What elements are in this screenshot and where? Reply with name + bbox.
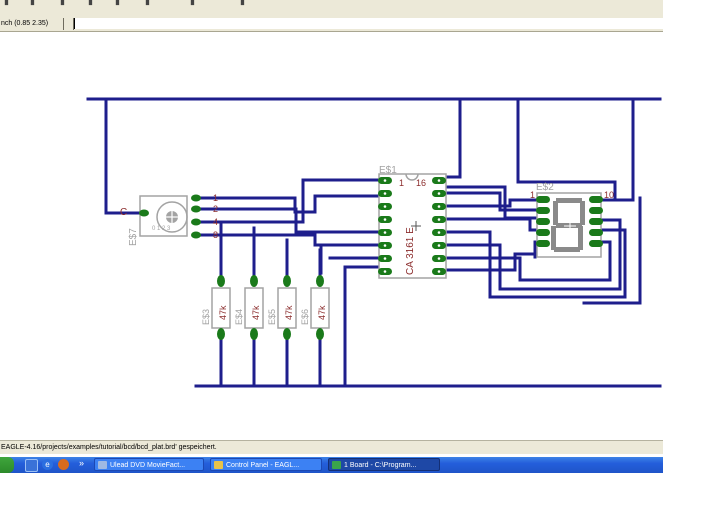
resistor-e5[interactable]: E$5 47k: [267, 275, 297, 340]
pad: [250, 275, 258, 287]
switch-pin-label: 1: [213, 193, 218, 203]
toolbar-icon[interactable]: ▮: [4, 0, 9, 7]
display-pin1-label: 1: [530, 190, 535, 200]
toolbar-icon[interactable]: ▮: [88, 0, 93, 7]
switch-pin-label: 2: [213, 204, 218, 214]
taskbar-button-label: Control Panel - EAGL...: [226, 462, 300, 469]
rotary-switch[interactable]: 0 1 2 3 E$7 C 1 2 4 8: [120, 193, 218, 246]
resistor-value: 47k: [317, 305, 327, 320]
chevron-icon[interactable]: »: [76, 458, 87, 469]
toolbar-icon[interactable]: ▮: [30, 0, 35, 7]
toolbar-icon[interactable]: ▮: [115, 0, 120, 7]
seven-segment-display[interactable]: E$2 1 10: [530, 182, 614, 258]
quick-launch-icon[interactable]: [25, 459, 38, 472]
pad: [217, 328, 225, 340]
coordinate-bar: nch (0.85 2.35): [0, 17, 664, 32]
media-icon[interactable]: [58, 459, 69, 470]
resistor-designator: E$6: [300, 309, 310, 325]
taskbar: e » Ulead DVD MovieFact... Control Panel…: [0, 457, 663, 473]
resistor-value: 47k: [251, 305, 261, 320]
status-bar: EAGLE-4.16/projects/examples/tutorial/bc…: [0, 440, 663, 454]
pad: [191, 218, 201, 226]
status-message: EAGLE-4.16/projects/examples/tutorial/bc…: [1, 444, 217, 451]
switch-pin-label: 4: [213, 217, 218, 227]
resistor-e3[interactable]: E$3 47k: [201, 275, 231, 340]
app-icon: [332, 461, 341, 469]
divider: [63, 18, 64, 30]
resistor-designator: E$5: [267, 309, 277, 325]
taskbar-button-label: Ulead DVD MovieFact...: [110, 462, 186, 469]
resistor-e6[interactable]: E$6 47k: [300, 275, 330, 340]
ic-part-text: CA 3161 E: [405, 227, 416, 275]
ic-pin1-label: 1: [399, 178, 404, 188]
taskbar-button-label: 1 Board - C:\Program...: [344, 462, 417, 469]
toolbar-icon[interactable]: ▮: [60, 0, 65, 7]
pad: [191, 231, 201, 239]
pad: [191, 205, 201, 213]
resistor-value: 47k: [284, 305, 294, 320]
pad: [316, 328, 324, 340]
board-canvas[interactable]: 0 1 2 3 E$7 C 1 2 4 8 E$1 1 16 CA 3161 E…: [0, 32, 663, 430]
taskbar-button[interactable]: 1 Board - C:\Program...: [328, 458, 440, 471]
start-button[interactable]: [0, 457, 14, 473]
toolbar: ▮ ▮ ▮ ▮ ▮ ▮ ▮ ▮: [0, 0, 663, 18]
taskbar-button[interactable]: Ulead DVD MovieFact...: [94, 458, 204, 471]
resistor-designator: E$4: [234, 309, 244, 325]
ic-designator: E$1: [379, 165, 397, 176]
switch-pin-label: 8: [213, 230, 218, 240]
display-designator: E$2: [536, 182, 554, 193]
pad: [250, 328, 258, 340]
resistor-value: 47k: [218, 305, 228, 320]
resistor-designator: E$3: [201, 309, 211, 325]
counter-ic[interactable]: E$1 1 16 CA 3161 E: [378, 165, 447, 279]
toolbar-icon[interactable]: ▮: [190, 0, 195, 7]
resistor-e4[interactable]: E$4 47k: [234, 275, 264, 340]
toolbar-icon[interactable]: ▮: [145, 0, 150, 7]
toolbar-icon[interactable]: ▮: [240, 0, 245, 7]
pad: [139, 209, 149, 217]
display-pin10-label: 10: [604, 190, 614, 200]
pad: [316, 275, 324, 287]
ie-icon[interactable]: e: [42, 459, 53, 470]
switch-dial-text: 0 1 2 3: [152, 226, 171, 232]
coordinate-display: nch (0.85 2.35): [1, 20, 49, 27]
app-icon: [98, 461, 107, 469]
pad: [217, 275, 225, 287]
pad: [283, 328, 291, 340]
eagle-window: ▮ ▮ ▮ ▮ ▮ ▮ ▮ ▮ nch (0.85 2.35) 0 1 2 3 …: [0, 0, 664, 513]
switch-designator: E$7: [128, 228, 139, 246]
command-line-input[interactable]: [74, 18, 664, 29]
switch-common-label: C: [120, 207, 127, 218]
app-icon: [214, 461, 223, 469]
taskbar-button[interactable]: Control Panel - EAGL...: [210, 458, 322, 471]
ic-pin16-label: 16: [416, 178, 426, 188]
pad: [283, 275, 291, 287]
pad: [191, 194, 201, 202]
board-drawing[interactable]: 0 1 2 3 E$7 C 1 2 4 8 E$1 1 16 CA 3161 E…: [0, 32, 663, 430]
